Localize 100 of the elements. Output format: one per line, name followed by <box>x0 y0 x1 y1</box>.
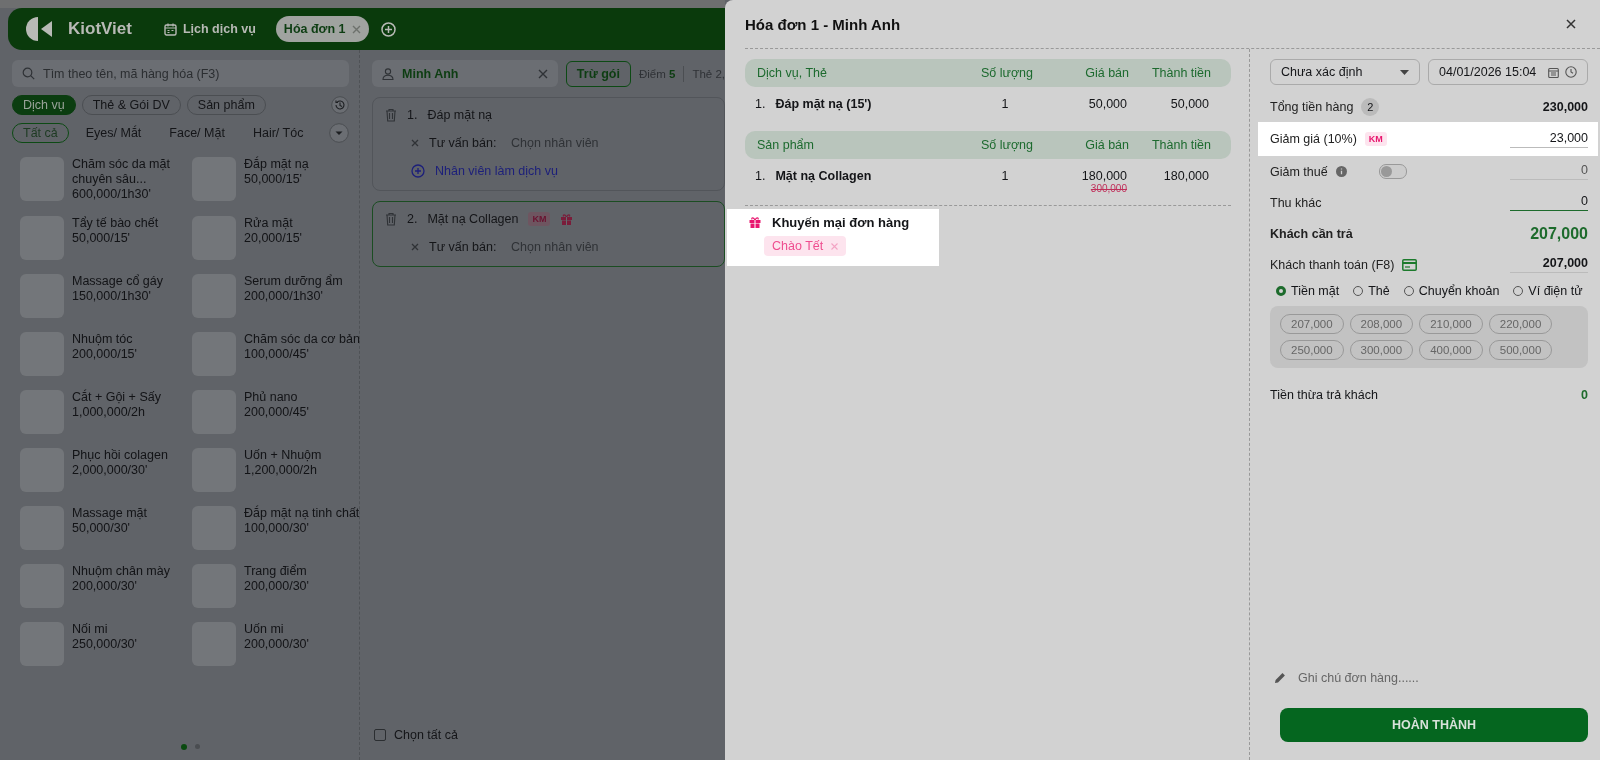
close-icon[interactable] <box>1566 19 1576 29</box>
item-name: Đáp mặt nạ (15') <box>775 97 872 111</box>
service-price: 50,000/30' <box>72 521 131 536</box>
amount-cell-text: 50,000 <box>1169 97 1209 111</box>
row-number: 1. <box>755 169 766 183</box>
category-tab[interactable]: Eyes/ Mắt <box>74 123 153 143</box>
service-name[interactable]: Chăm sóc da cơ bản <box>244 332 364 347</box>
row-number: 1. <box>755 97 766 111</box>
service-name[interactable]: Cắt + Gội + Sấy <box>72 390 192 405</box>
item-name: Mặt nạ Collagen <box>775 169 872 183</box>
select-all-label[interactable]: Chọn tất cả <box>394 728 458 742</box>
service-name[interactable]: Trang điểm <box>244 564 364 579</box>
pencil-icon <box>1274 672 1286 684</box>
complete-button[interactable]: HOÀN THÀNH <box>1280 708 1588 742</box>
item-count-badge: 2 <box>1361 97 1380 116</box>
payment-method-label[interactable]: Thẻ <box>1368 284 1390 298</box>
service-name[interactable]: Đắp mặt nạ <box>244 157 364 172</box>
category-tab[interactable]: Hair/ Tóc <box>241 123 315 143</box>
service-name[interactable]: Nối mi <box>72 622 192 637</box>
service-name[interactable]: Phủ nano <box>244 390 364 405</box>
paid-amount-field[interactable]: 207,000 <box>1510 256 1588 273</box>
datetime-field[interactable]: 04/01/2026 15:04 <box>1428 59 1588 85</box>
service-price: 100,000/45' <box>244 347 310 362</box>
service-price: 200,000/45' <box>244 405 310 420</box>
search-icon <box>22 67 35 80</box>
service-name[interactable]: Rửa mặt <box>244 216 364 231</box>
info-icon <box>1335 166 1347 177</box>
service-price: 250,000/30' <box>72 637 138 652</box>
service-name[interactable]: Chăm sóc da mặt chuyên sâu... <box>72 157 192 187</box>
service-price: 2,000,000/30' <box>72 463 149 478</box>
clock-icon[interactable] <box>1565 66 1577 78</box>
price-cell: 180,000 <box>1081 169 1127 183</box>
service-name[interactable]: Uốn + Nhuộm <box>244 448 364 463</box>
add-staff-link[interactable]: Nhân viên làm dịch vụ <box>435 164 558 178</box>
add-tab-icon[interactable] <box>380 21 396 37</box>
history-icon[interactable] <box>331 96 349 114</box>
line-number: 1. <box>407 108 418 122</box>
price-cell: 50,000 <box>1088 97 1127 111</box>
card-icon[interactable] <box>1402 258 1418 271</box>
header-tab[interactable]: Hóa đơn 1 <box>275 16 369 42</box>
service-price: 200,000/30' <box>244 579 310 594</box>
discount-field[interactable]: 23,000 <box>1510 130 1588 148</box>
column-header: Thành tiền <box>1150 66 1211 80</box>
caret-icon <box>1400 69 1409 75</box>
calendar-icon <box>163 22 177 36</box>
order-note-field[interactable]: Ghi chú đơn hàng...... <box>1296 670 1588 686</box>
service-name[interactable]: Nhuộm tóc <box>72 332 192 347</box>
column-header: Thành tiền <box>1150 138 1211 152</box>
column-header: Sản phẩm <box>757 138 815 152</box>
summary-label: Giảm thuế <box>1270 164 1328 179</box>
add-icon[interactable] <box>411 164 425 178</box>
summary-label: Khách thanh toán (F8) <box>1270 257 1395 272</box>
remove-icon[interactable] <box>411 243 419 251</box>
group-chip[interactable]: Dịch vụ <box>12 95 76 115</box>
consultant-label: Tư vấn bán: <box>429 240 498 254</box>
service-name[interactable]: Phục hồi colagen <box>72 448 192 463</box>
promotion-tag[interactable]: Chào Tết <box>764 236 847 256</box>
service-name[interactable]: Uốn mi <box>244 622 364 637</box>
promotion-title: Khuyến mại đơn hàng <box>772 215 910 230</box>
select-all-checkbox[interactable] <box>374 729 386 741</box>
amount-cell-text: 180,000 <box>1162 169 1209 183</box>
other-income-field[interactable]: 0 <box>1510 194 1588 211</box>
service-name[interactable]: Đắp mặt nạ tinh chất <box>244 506 364 521</box>
category-tab[interactable]: Face/ Mặt <box>158 123 236 143</box>
payment-method-label[interactable]: Tiền mặt <box>1291 284 1340 298</box>
payment-method-label[interactable]: Chuyển khoản <box>1418 284 1500 298</box>
dropdown-icon[interactable] <box>329 123 349 143</box>
service-name[interactable]: Massage mặt <box>72 506 192 521</box>
service-price: 50,000/15' <box>72 231 131 246</box>
deduct-package-button[interactable]: Trừ gói <box>565 60 631 87</box>
trash-icon[interactable] <box>385 108 397 122</box>
payment-method-label[interactable]: Ví điện tử <box>1528 284 1583 298</box>
promo-badge: KM <box>1364 132 1387 146</box>
header-tab[interactable]: Lịch dịch vụ <box>155 16 264 42</box>
column-header: Dịch vụ, Thẻ <box>757 66 828 80</box>
service-name[interactable]: Serum dưỡng ẩm <box>244 274 364 289</box>
page-dot[interactable] <box>181 744 187 750</box>
tax-toggle[interactable] <box>1378 164 1407 179</box>
trash-icon[interactable] <box>385 212 397 226</box>
customer-field[interactable]: Minh Anh <box>372 60 558 87</box>
search-field[interactable]: Tìm theo tên, mã hàng hóa (F3) <box>12 60 349 87</box>
tax-field[interactable]: 0 <box>1510 163 1588 180</box>
payment-radio[interactable] <box>1276 286 1286 296</box>
amount-due: 207,000 <box>1530 224 1588 243</box>
customer-name: Minh Anh <box>402 66 459 81</box>
remove-icon[interactable] <box>831 242 839 250</box>
summary-label: Thu khác <box>1270 195 1322 210</box>
gift-icon[interactable] <box>560 212 574 226</box>
summary-label: Giảm giá (10%) <box>1270 132 1357 146</box>
service-price: 200,000/30' <box>72 579 138 594</box>
remove-icon[interactable] <box>411 139 419 147</box>
clear-icon[interactable] <box>537 68 548 79</box>
service-name[interactable]: Nhuộm chân mày <box>72 564 192 579</box>
service-name[interactable]: Tẩy tế bào chết <box>72 216 192 231</box>
change-label: Tiền thừa trả khách <box>1270 388 1378 402</box>
column-header: Giá bán <box>1084 66 1129 80</box>
sale-channel-select[interactable]: Chưa xác định <box>1270 59 1420 85</box>
calendar-icon[interactable] <box>1548 66 1559 78</box>
service-name[interactable]: Massage cổ gáy <box>72 274 192 289</box>
service-price: 150,000/1h30' <box>72 289 152 304</box>
